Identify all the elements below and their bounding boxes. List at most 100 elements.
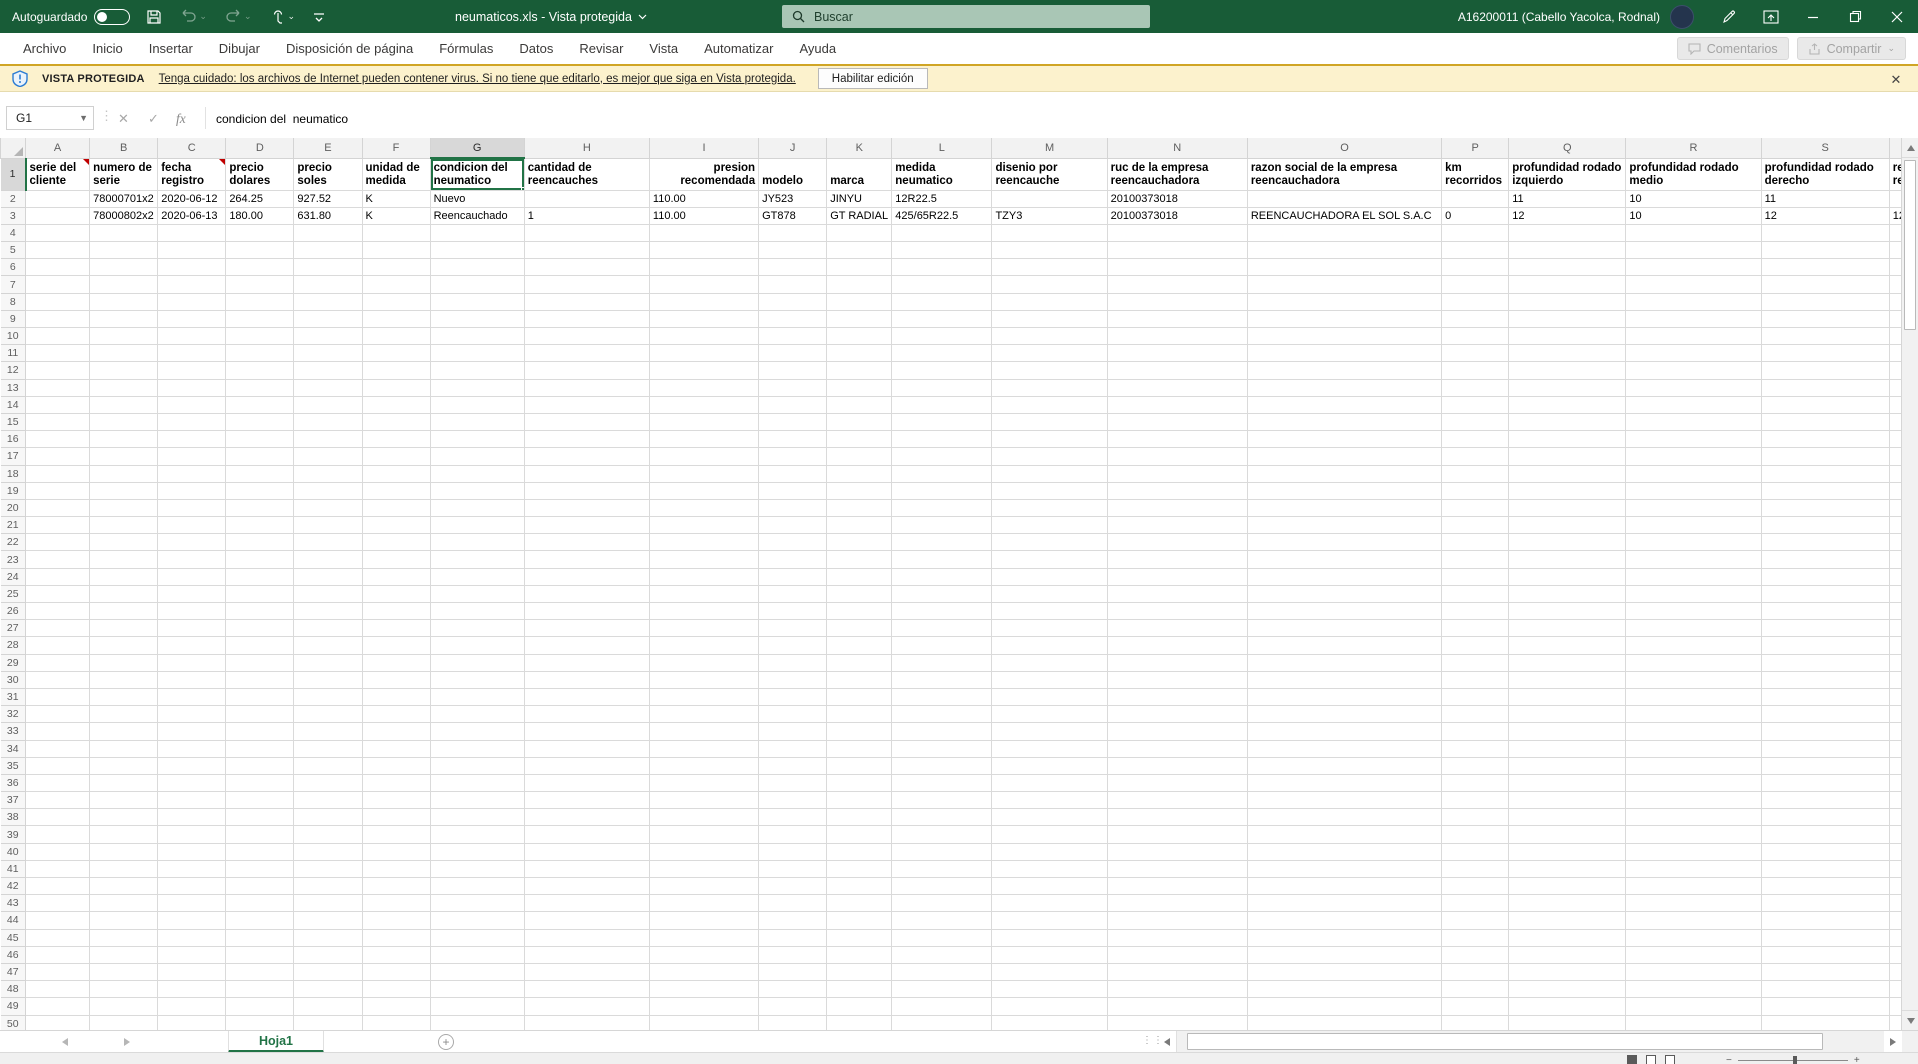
cell-K23[interactable] <box>826 550 893 569</box>
cell-P44[interactable] <box>1441 911 1510 930</box>
cell-M25[interactable] <box>991 585 1108 604</box>
search-input[interactable] <box>814 9 1114 24</box>
cell-D4[interactable] <box>225 224 295 243</box>
cell-L33[interactable] <box>891 722 993 741</box>
cell-K33[interactable] <box>826 722 893 741</box>
cell-A45[interactable] <box>25 929 91 947</box>
row-header-17[interactable]: 17 <box>0 447 27 466</box>
touch-mode-button[interactable]: ⌄ <box>268 0 298 33</box>
cell-N29[interactable] <box>1107 654 1248 672</box>
cell-T6[interactable] <box>1889 258 1901 277</box>
cell-K7[interactable] <box>826 275 893 294</box>
cell-G45[interactable] <box>430 929 525 947</box>
cell-M26[interactable] <box>991 602 1108 621</box>
row-header-22[interactable]: 22 <box>0 533 27 552</box>
cell-P41[interactable] <box>1441 860 1510 879</box>
cell-R31[interactable] <box>1625 688 1762 707</box>
cell-S10[interactable] <box>1761 327 1890 346</box>
cell-P20[interactable] <box>1441 499 1510 518</box>
cell-J42[interactable] <box>758 877 828 896</box>
cell-H22[interactable] <box>524 533 650 552</box>
cell-K18[interactable] <box>826 465 893 483</box>
row-header-21[interactable]: 21 <box>0 516 27 535</box>
cell-J40[interactable] <box>758 843 828 861</box>
cell-K22[interactable] <box>826 533 893 552</box>
cell-N6[interactable] <box>1107 258 1248 277</box>
cell-E23[interactable] <box>293 550 363 569</box>
cell-G50[interactable] <box>430 1015 525 1030</box>
cell-D35[interactable] <box>225 757 295 775</box>
cell-C19[interactable] <box>157 482 227 500</box>
column-header-F[interactable]: F <box>361 138 431 159</box>
scroll-right-button[interactable] <box>1884 1031 1902 1053</box>
cell-G41[interactable] <box>430 860 525 879</box>
cell-S24[interactable] <box>1761 568 1890 586</box>
cell-I1[interactable]: presion recomendada <box>649 158 760 191</box>
cell-E22[interactable] <box>293 533 363 552</box>
cell-E39[interactable] <box>293 825 363 844</box>
cell-E29[interactable] <box>293 654 363 672</box>
cell-J49[interactable] <box>758 997 828 1016</box>
cell-A5[interactable] <box>25 241 91 260</box>
cell-F47[interactable] <box>362 963 431 982</box>
cell-T5[interactable] <box>1889 241 1901 260</box>
cell-P16[interactable] <box>1441 430 1510 449</box>
cell-K49[interactable] <box>826 997 893 1016</box>
horizontal-scrollbar-thumb[interactable] <box>1187 1033 1823 1050</box>
cell-R1[interactable]: profundidad rodado medio <box>1625 158 1762 191</box>
cell-G46[interactable] <box>430 946 525 964</box>
customize-quick-access-button[interactable] <box>311 0 327 33</box>
cell-T9[interactable] <box>1889 310 1901 329</box>
cell-P37[interactable] <box>1441 791 1510 810</box>
cell-H27[interactable] <box>524 619 650 638</box>
cell-E9[interactable] <box>293 310 363 329</box>
cell-I14[interactable] <box>649 396 760 414</box>
cell-J18[interactable] <box>758 465 828 483</box>
cell-R5[interactable] <box>1625 241 1762 260</box>
cell-O44[interactable] <box>1247 911 1443 930</box>
cell-M28[interactable] <box>991 636 1108 655</box>
cell-E17[interactable] <box>293 447 363 466</box>
comments-button[interactable]: Comentarios <box>1676 37 1789 60</box>
cell-I13[interactable] <box>649 379 760 397</box>
cell-L12[interactable] <box>891 361 993 380</box>
cell-G48[interactable] <box>430 980 525 999</box>
cell-C3[interactable]: 2020-06-13 <box>157 207 227 225</box>
cell-I26[interactable] <box>649 602 760 621</box>
cell-S20[interactable] <box>1761 499 1890 518</box>
cell-F19[interactable] <box>362 482 431 500</box>
cell-H35[interactable] <box>524 757 650 775</box>
cell-B13[interactable] <box>89 379 159 397</box>
cell-B33[interactable] <box>89 722 159 741</box>
cell-H34[interactable] <box>524 740 650 758</box>
cell-N34[interactable] <box>1107 740 1248 758</box>
cell-B47[interactable] <box>89 963 159 982</box>
cell-D18[interactable] <box>225 465 295 483</box>
cell-I6[interactable] <box>649 258 760 277</box>
cell-A21[interactable] <box>25 516 91 535</box>
cell-T10[interactable] <box>1889 327 1901 346</box>
cell-L23[interactable] <box>891 550 993 569</box>
cell-G30[interactable] <box>430 671 525 689</box>
cell-M17[interactable] <box>991 447 1108 466</box>
cell-H42[interactable] <box>524 877 650 896</box>
cell-C34[interactable] <box>157 740 227 758</box>
cell-D46[interactable] <box>225 946 295 964</box>
cell-F15[interactable] <box>362 413 431 432</box>
cell-L47[interactable] <box>891 963 993 982</box>
cell-N28[interactable] <box>1107 636 1248 655</box>
cell-F24[interactable] <box>362 568 431 586</box>
cell-E41[interactable] <box>293 860 363 879</box>
cell-T24[interactable] <box>1889 568 1901 586</box>
cell-G39[interactable] <box>430 825 525 844</box>
cell-H8[interactable] <box>524 293 650 311</box>
cell-O20[interactable] <box>1247 499 1443 518</box>
cell-C41[interactable] <box>157 860 227 879</box>
column-header-G[interactable]: G <box>429 138 525 159</box>
cell-C37[interactable] <box>157 791 227 810</box>
fill-handle[interactable] <box>520 186 524 189</box>
cell-Q19[interactable] <box>1508 482 1627 500</box>
cell-H38[interactable] <box>524 808 650 827</box>
cell-K30[interactable] <box>826 671 893 689</box>
cell-B44[interactable] <box>89 911 159 930</box>
